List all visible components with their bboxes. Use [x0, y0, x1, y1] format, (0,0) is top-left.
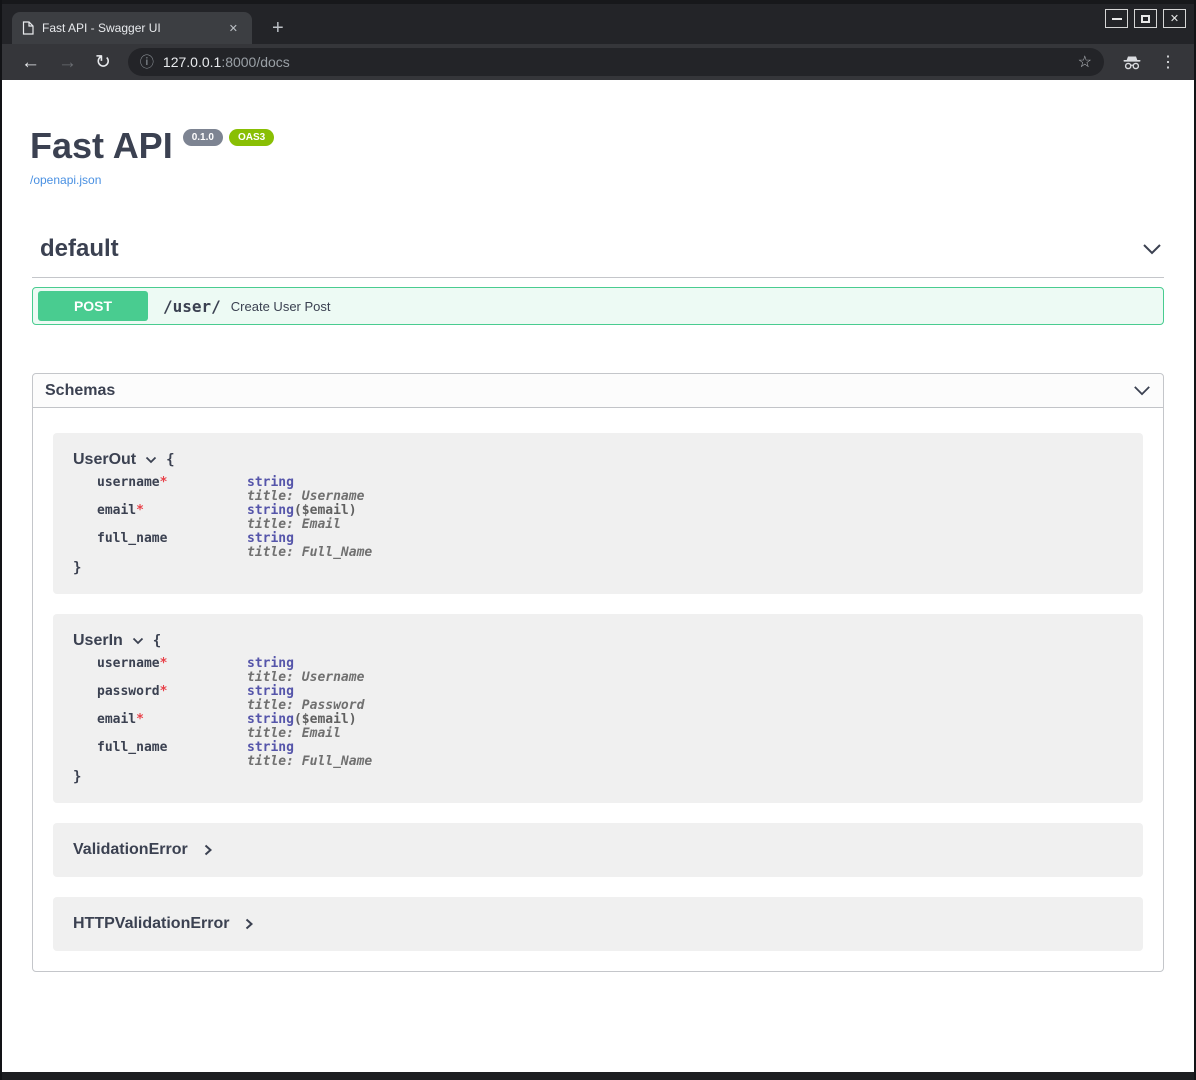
- model-httpvalidationerror-toggle[interactable]: HTTPValidationError: [73, 915, 1123, 933]
- property-name: full_name: [97, 741, 247, 755]
- api-title: Fast API: [30, 125, 173, 166]
- endpoint-summary: Create User Post: [231, 299, 331, 314]
- model-validationerror: ValidationError: [53, 823, 1143, 877]
- property-name: email*: [97, 504, 247, 518]
- chevron-down-icon[interactable]: [132, 637, 144, 645]
- property-row: username* stringtitle: Username: [97, 476, 1123, 504]
- property-row: username* stringtitle: Username: [97, 657, 1123, 685]
- endpoint-path: /user/: [163, 297, 221, 316]
- required-star: *: [160, 475, 168, 490]
- openapi-spec-link[interactable]: /openapi.json: [30, 173, 101, 187]
- required-star: *: [160, 684, 168, 699]
- property-detail: string($email)title: Email: [247, 504, 357, 532]
- version-badge: 0.1.0: [183, 129, 223, 146]
- site-info-icon[interactable]: ⓘ: [140, 52, 154, 72]
- reload-icon[interactable]: ↻: [86, 53, 120, 72]
- chevron-right-icon[interactable]: [245, 918, 253, 930]
- property-detail: stringtitle: Password: [247, 685, 364, 713]
- schemas-header[interactable]: Schemas: [33, 374, 1163, 408]
- model-userout-toggle[interactable]: UserOut {: [73, 451, 1123, 469]
- model-properties: username* stringtitle: Username password…: [97, 657, 1123, 769]
- property-row: password* stringtitle: Password: [97, 685, 1123, 713]
- property-detail: stringtitle: Username: [247, 476, 364, 504]
- chevron-down-icon[interactable]: [145, 456, 157, 464]
- opblock-post-user[interactable]: POST /user/ Create User Post: [32, 287, 1164, 325]
- maximize-button[interactable]: [1134, 9, 1157, 28]
- tag-title: default: [40, 235, 119, 263]
- url-host: 127.0.0.1: [163, 54, 221, 70]
- schemas-section: Schemas UserOut {: [32, 373, 1164, 972]
- property-detail: stringtitle: Username: [247, 657, 364, 685]
- model-name: UserIn: [73, 632, 123, 650]
- bookmark-star-icon[interactable]: ☆: [1078, 52, 1092, 72]
- property-row: email* string($email)title: Email: [97, 713, 1123, 741]
- incognito-icon: [1112, 55, 1152, 70]
- required-star: *: [136, 712, 144, 727]
- browser-window: Fast API - Swagger UI ✕ + ✕ ← → ↻ ⓘ 127.…: [0, 0, 1196, 1080]
- model-validationerror-toggle[interactable]: ValidationError: [73, 841, 1123, 859]
- open-brace: {: [153, 633, 161, 649]
- property-detail: stringtitle: Full_Name: [247, 741, 372, 769]
- property-name: email*: [97, 713, 247, 727]
- model-properties: username* stringtitle: Username email* s…: [97, 476, 1123, 560]
- maximize-icon: [1141, 15, 1150, 23]
- property-name: full_name: [97, 532, 247, 546]
- property-detail: string($email)title: Email: [247, 713, 357, 741]
- url-path: :8000/docs: [221, 54, 290, 70]
- close-brace: }: [73, 560, 1123, 576]
- tag-section-default: default: [32, 229, 1164, 278]
- api-badges: 0.1.0 OAS3: [183, 129, 274, 146]
- browser-toolbar: ← → ↻ ⓘ 127.0.0.1:8000/docs ☆ ⋮: [2, 44, 1194, 80]
- model-name: ValidationError: [73, 841, 188, 859]
- minimize-button[interactable]: [1105, 9, 1128, 28]
- property-row: full_name stringtitle: Full_Name: [97, 741, 1123, 769]
- close-button[interactable]: ✕: [1163, 9, 1186, 28]
- chevron-down-icon[interactable]: [1142, 243, 1162, 255]
- tab-close-icon[interactable]: ✕: [225, 20, 242, 37]
- forward-icon[interactable]: →: [49, 53, 86, 72]
- required-star: *: [136, 503, 144, 518]
- window-bottom-border: [2, 1072, 1194, 1080]
- property-row: email* string($email)title: Email: [97, 504, 1123, 532]
- property-name: password*: [97, 685, 247, 699]
- property-row: full_name stringtitle: Full_Name: [97, 532, 1123, 560]
- property-detail: stringtitle: Full_Name: [247, 532, 372, 560]
- browser-titlebar: Fast API - Swagger UI ✕ + ✕: [2, 4, 1194, 44]
- property-name: username*: [97, 476, 247, 490]
- browser-tab[interactable]: Fast API - Swagger UI ✕: [12, 12, 252, 44]
- schemas-body: UserOut { username* stringtitle: Usernam…: [33, 408, 1163, 971]
- swagger-page: Fast API0.1.0OAS3 /openapi.json default …: [2, 80, 1194, 1072]
- property-name: username*: [97, 657, 247, 671]
- model-userin-toggle[interactable]: UserIn {: [73, 632, 1123, 650]
- model-userin: UserIn { username* stringtitle: Username…: [53, 614, 1143, 803]
- required-star: *: [160, 656, 168, 671]
- tab-title: Fast API - Swagger UI: [42, 21, 217, 35]
- minimize-icon: [1112, 18, 1122, 20]
- close-brace: }: [73, 769, 1123, 785]
- chevron-right-icon[interactable]: [204, 844, 212, 856]
- method-badge-post: POST: [38, 291, 148, 321]
- address-bar[interactable]: ⓘ 127.0.0.1:8000/docs ☆: [128, 48, 1104, 76]
- browser-menu-icon[interactable]: ⋮: [1152, 52, 1184, 72]
- model-httpvalidationerror: HTTPValidationError: [53, 897, 1143, 951]
- page-icon: [22, 21, 34, 35]
- model-name: HTTPValidationError: [73, 915, 229, 933]
- model-name: UserOut: [73, 451, 136, 469]
- back-icon[interactable]: ←: [12, 53, 49, 72]
- window-controls: ✕: [1105, 9, 1186, 28]
- api-info: Fast API 0.1.0 OAS3 /openapi.json: [2, 80, 1194, 189]
- schemas-title: Schemas: [45, 382, 115, 400]
- tag-header-default[interactable]: default: [32, 229, 1164, 278]
- new-tab-button[interactable]: +: [264, 16, 292, 40]
- chevron-down-icon[interactable]: [1133, 385, 1151, 396]
- open-brace: {: [166, 452, 174, 468]
- oas3-badge: OAS3: [229, 129, 274, 146]
- model-userout: UserOut { username* stringtitle: Usernam…: [53, 433, 1143, 594]
- url-text: 127.0.0.1:8000/docs: [163, 54, 290, 70]
